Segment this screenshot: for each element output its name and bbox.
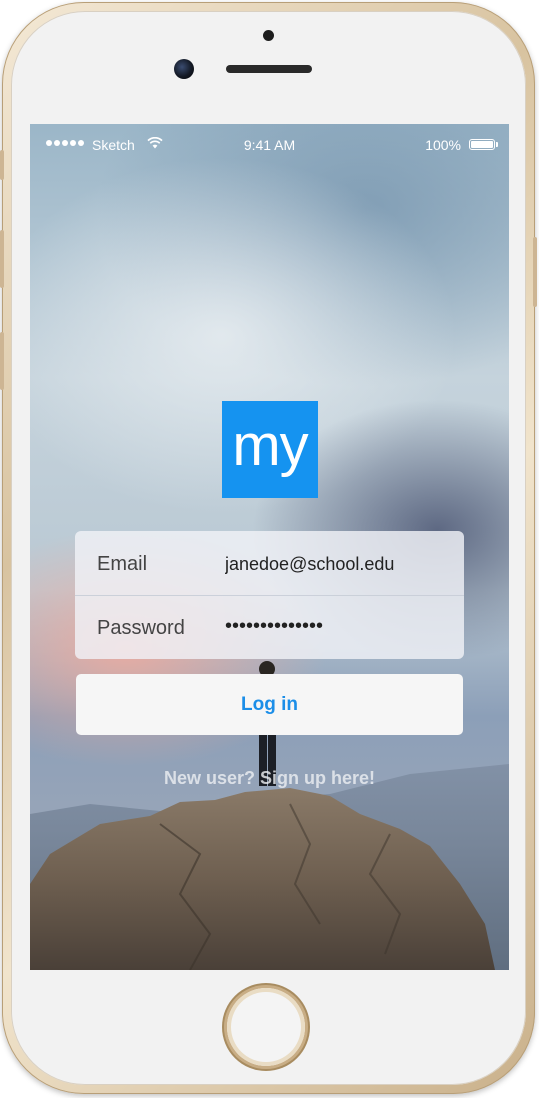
password-field[interactable] [225, 613, 455, 639]
email-field[interactable] [225, 551, 455, 577]
power-button [533, 237, 537, 307]
battery-percentage: 100% [425, 137, 461, 153]
battery-level-fill [471, 141, 493, 148]
password-row: Password [75, 595, 464, 659]
password-label: Password [97, 617, 185, 639]
front-camera-icon [174, 59, 194, 79]
earpiece-speaker [226, 65, 312, 73]
login-button[interactable]: Log in [76, 674, 463, 735]
proximity-sensor [263, 30, 274, 41]
volume-down-button [0, 332, 4, 390]
battery-icon [469, 139, 495, 150]
status-bar: Sketch 9:41 AM 100% [30, 124, 509, 164]
email-row: Email [75, 531, 464, 596]
signup-link[interactable]: New user? Sign up here! [30, 768, 509, 789]
login-screen: Sketch 9:41 AM 100% my Email Password Lo… [30, 124, 509, 970]
login-form: Email Password [75, 531, 464, 659]
email-label: Email [97, 553, 148, 575]
app-logo: my [222, 401, 318, 498]
mute-switch [0, 150, 4, 180]
volume-up-button [0, 230, 4, 288]
home-button[interactable] [227, 988, 305, 1066]
battery-tip [496, 142, 498, 147]
